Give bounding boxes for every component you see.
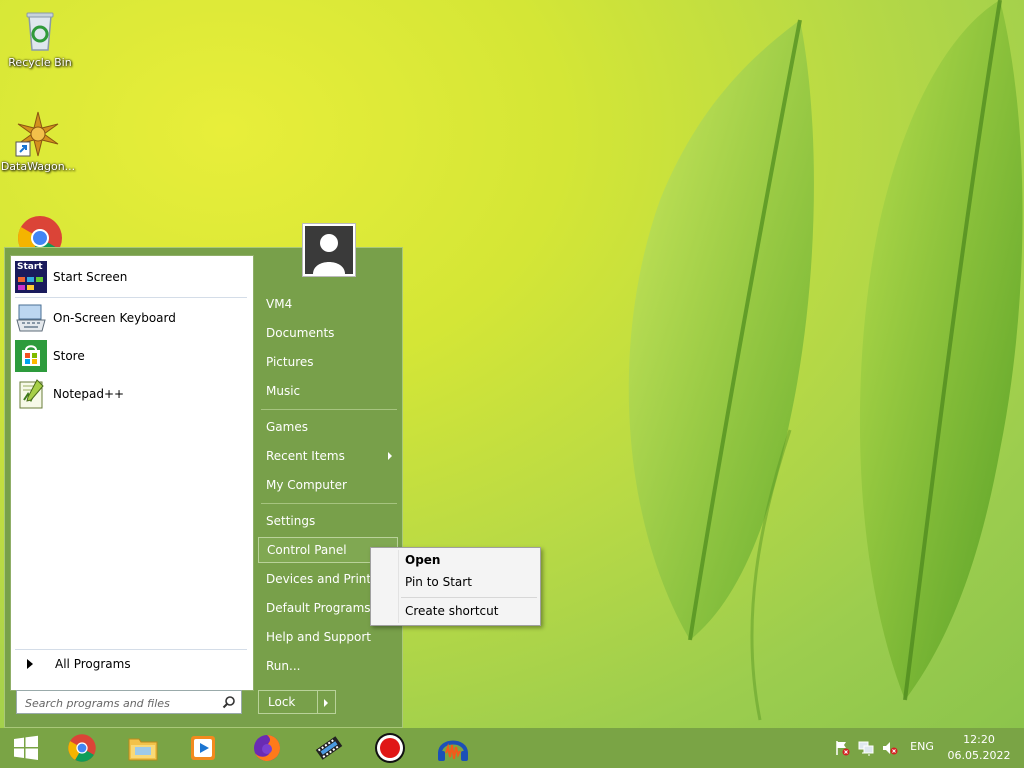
start-menu-programs-pane: Start Start Screen On-Screen Keyboard St… — [10, 255, 254, 691]
pinned-item-notepad-plus-plus[interactable]: Notepad++ — [15, 377, 247, 411]
search-input[interactable] — [23, 692, 217, 714]
context-item-create-shortcut[interactable]: Create shortcut — [373, 600, 538, 622]
language-indicator[interactable]: ENG — [904, 740, 940, 753]
separator — [15, 649, 247, 650]
menu-item-label: Documents — [266, 326, 335, 340]
search-icon[interactable] — [222, 695, 236, 709]
taskbar-media-player[interactable] — [178, 730, 230, 766]
media-player-icon — [191, 736, 215, 760]
context-menu: Open Pin to Start Create shortcut — [370, 547, 541, 626]
menu-item-pictures[interactable]: Pictures — [258, 349, 398, 375]
record-icon — [375, 733, 405, 763]
menu-item-label: Pictures — [266, 355, 314, 369]
lock-label: Lock — [268, 695, 296, 709]
pinned-item-label: Store — [53, 349, 85, 363]
menu-item-label: VM4 — [266, 297, 293, 311]
taskbar-firefox[interactable] — [241, 730, 293, 766]
action-center-flag-icon[interactable] — [834, 740, 850, 756]
chrome-icon — [68, 734, 96, 762]
taskbar-file-explorer[interactable] — [117, 730, 169, 766]
menu-item-music[interactable]: Music — [258, 378, 398, 404]
menu-item-vm4[interactable]: VM4 — [258, 291, 398, 317]
taskbar-chrome[interactable] — [56, 730, 108, 766]
pinned-item-start-screen[interactable]: Start Start Screen — [15, 260, 247, 294]
volume-muted-icon[interactable] — [882, 740, 898, 756]
start-badge: Start — [17, 262, 43, 272]
desktop-icon-datawagon[interactable]: DataWagon... — [0, 110, 76, 173]
all-programs-label: All Programs — [55, 657, 131, 671]
all-programs-button[interactable]: All Programs — [15, 654, 247, 674]
desktop-icon-label: Recycle Bin — [8, 56, 72, 69]
menu-item-label: Control Panel — [267, 543, 347, 557]
menu-item-label: Run... — [266, 659, 301, 673]
menu-item-label: Games — [266, 420, 308, 434]
notepad-plus-plus-icon — [15, 378, 47, 410]
clock[interactable]: 12:20 06.05.2022 — [940, 732, 1018, 764]
separator — [261, 503, 397, 504]
datawagon-icon — [15, 111, 59, 157]
context-item-label: Create shortcut — [405, 604, 499, 618]
triangle-right-icon — [27, 659, 33, 669]
menu-item-label: Music — [266, 384, 301, 398]
separator — [401, 597, 537, 598]
menu-item-label: My Computer — [266, 478, 347, 492]
start-button[interactable] — [0, 730, 52, 766]
separator — [15, 297, 247, 298]
pinned-item-on-screen-keyboard[interactable]: On-Screen Keyboard — [15, 301, 247, 335]
user-picture[interactable] — [302, 223, 356, 277]
taskbar-movie-maker[interactable] — [303, 730, 355, 766]
clock-date: 06.05.2022 — [947, 749, 1011, 762]
chevron-right-icon — [324, 699, 328, 707]
store-icon — [15, 340, 47, 372]
separator — [261, 409, 397, 410]
menu-item-label: Recent Items — [266, 449, 345, 463]
menu-item-recent-items[interactable]: Recent Items — [258, 443, 398, 469]
pinned-item-label: On-Screen Keyboard — [53, 311, 176, 325]
user-avatar-icon — [313, 234, 345, 274]
taskbar-audacity[interactable] — [427, 730, 479, 766]
firefox-icon — [254, 735, 280, 761]
desktop-icon-label: DataWagon... — [0, 160, 76, 173]
menu-item-settings[interactable]: Settings — [258, 508, 398, 534]
desktop-icon-recycle-bin[interactable]: Recycle Bin — [2, 6, 78, 69]
start-screen-icon: Start — [15, 261, 47, 293]
taskbar-screen-recorder[interactable] — [364, 730, 416, 766]
pinned-item-label: Notepad++ — [53, 387, 125, 401]
lock-button[interactable]: Lock — [258, 690, 318, 714]
context-item-label: Pin to Start — [405, 575, 472, 589]
clock-time: 12:20 — [963, 733, 995, 746]
recycle-bin-icon — [26, 12, 54, 51]
film-icon — [315, 736, 343, 760]
keyboard-icon — [15, 302, 47, 334]
context-item-label: Open — [405, 553, 441, 567]
network-icon[interactable] — [858, 740, 874, 756]
start-menu: Start Start Screen On-Screen Keyboard St… — [4, 223, 403, 728]
pinned-item-store[interactable]: Store — [15, 339, 247, 373]
menu-item-games[interactable]: Games — [258, 414, 398, 440]
audacity-icon — [438, 740, 468, 761]
search-box — [16, 690, 242, 714]
shutdown-options-button[interactable] — [318, 690, 336, 714]
menu-item-my-computer[interactable]: My Computer — [258, 472, 398, 498]
menu-item-run[interactable]: Run... — [258, 653, 398, 679]
windows-logo-icon — [14, 735, 38, 760]
menu-item-label: Default Programs — [266, 601, 371, 615]
pinned-item-label: Start Screen — [53, 270, 128, 284]
menu-item-help-and-support[interactable]: Help and Support — [258, 624, 398, 650]
menu-item-label: Settings — [266, 514, 316, 528]
menu-item-label: Help and Support — [266, 630, 371, 644]
taskbar: ENG 12:20 06.05.2022 — [0, 728, 1024, 768]
context-item-pin-to-start[interactable]: Pin to Start — [373, 571, 538, 593]
chevron-right-icon — [388, 452, 392, 460]
folder-icon — [128, 738, 158, 761]
menu-item-documents[interactable]: Documents — [258, 320, 398, 346]
context-item-open[interactable]: Open — [373, 549, 538, 571]
